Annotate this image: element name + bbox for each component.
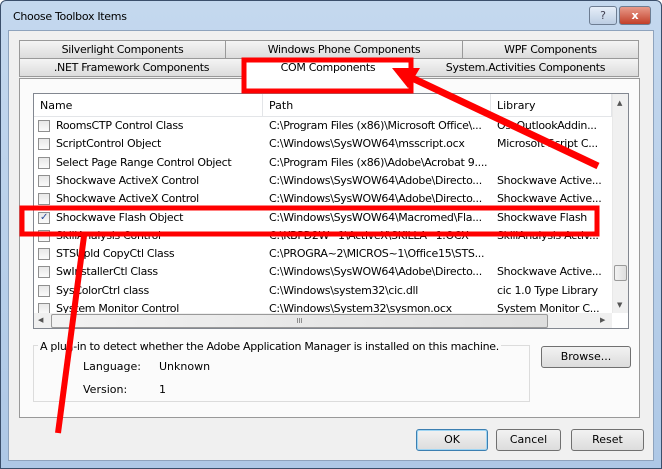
annotation-overlay <box>19 57 600 434</box>
highlight-com-tab <box>241 57 414 94</box>
annotation-arrow-line <box>408 73 600 170</box>
annotation-line <box>55 235 87 434</box>
highlight-flash-row <box>19 205 600 237</box>
